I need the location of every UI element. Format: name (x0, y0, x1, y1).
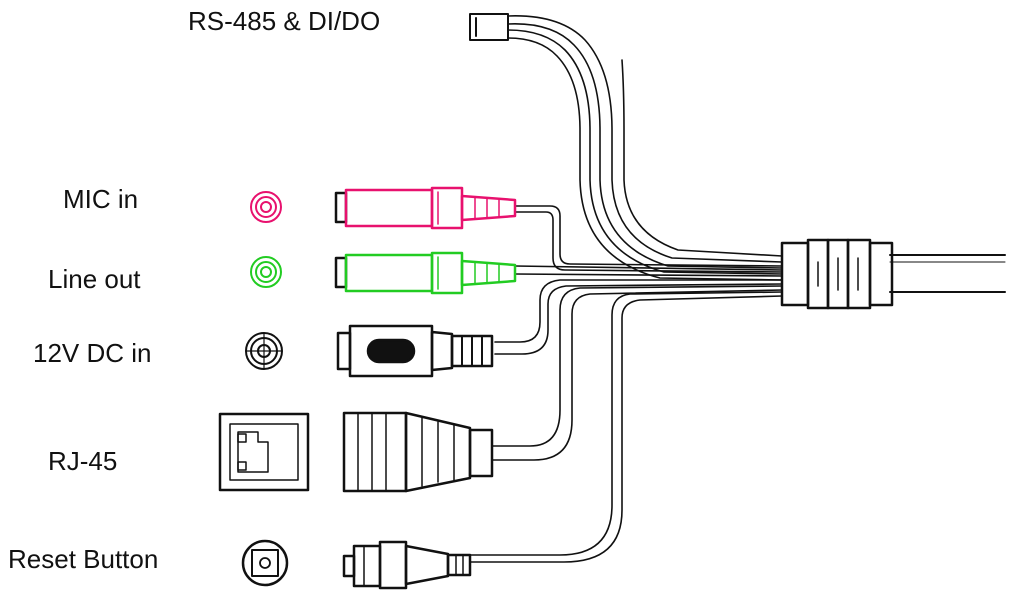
dc-in-label: 12V DC in (33, 338, 152, 368)
line-out-connector (334, 251, 517, 295)
reset-connector (342, 540, 472, 590)
rs485-connector (469, 13, 509, 41)
reset-button-icon (241, 539, 289, 587)
cable-drawing (218, 13, 1006, 590)
rs485-label: RS-485 & DI/DO (188, 6, 381, 36)
main-cable (889, 254, 1006, 293)
dc-jack-icon (245, 332, 283, 370)
audio-jack-icon (250, 256, 282, 288)
rj45-connector (342, 411, 494, 493)
strain-relief (780, 238, 894, 310)
cable-diagram: RS-485 & DI/DO MIC in Line out 12V DC in… (0, 0, 1011, 592)
audio-jack-icon (250, 191, 282, 223)
rj45-port-icon (218, 412, 310, 492)
dc-connector (336, 324, 494, 378)
line-out-label: Line out (48, 264, 141, 294)
reset-button-label: Reset Button (8, 544, 159, 574)
rj45-label: RJ-45 (48, 446, 118, 476)
mic-connector (334, 186, 517, 230)
mic-in-label: MIC in (63, 184, 139, 214)
wire-bundle (469, 15, 783, 563)
